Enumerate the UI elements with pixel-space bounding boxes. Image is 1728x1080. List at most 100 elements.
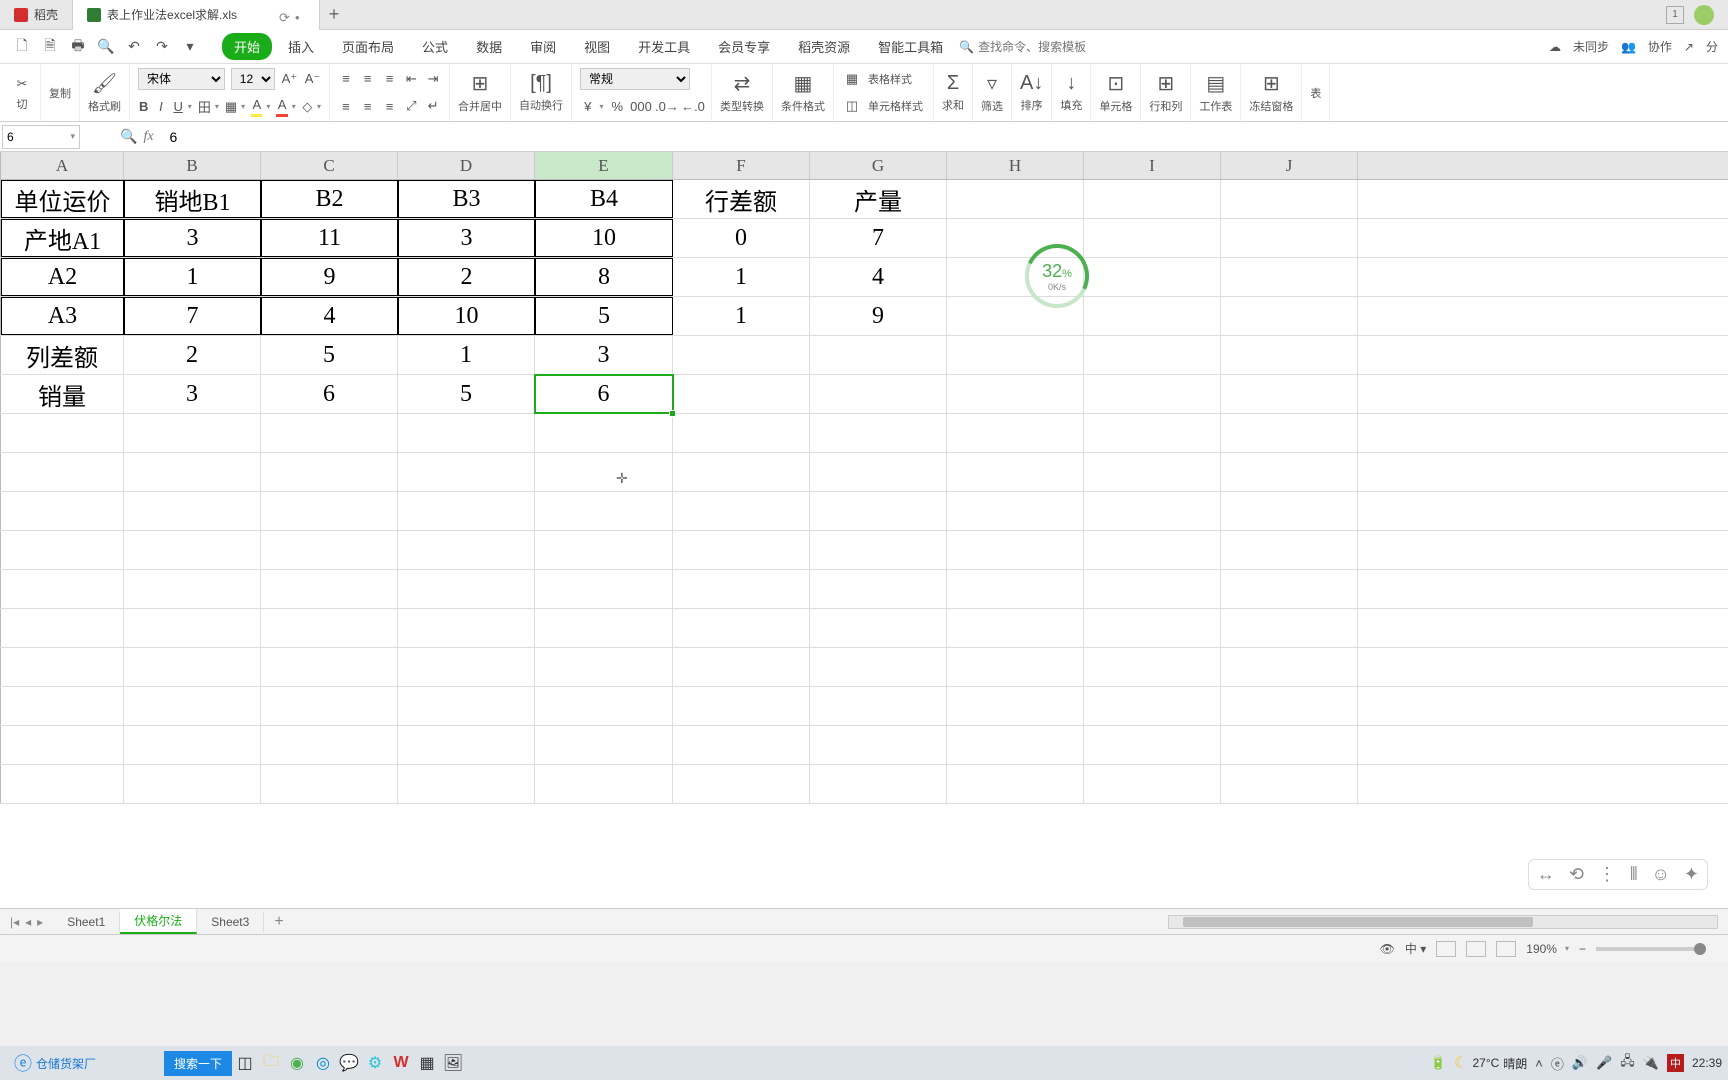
cell-D10[interactable] [398, 531, 535, 569]
undo-icon[interactable]: ↶ [122, 35, 146, 59]
zoom-slider[interactable] [1596, 947, 1706, 951]
col-header-J[interactable]: J [1221, 152, 1358, 179]
app8-icon[interactable]: 🖼 [440, 1050, 466, 1076]
cell-B4[interactable]: 7 [124, 297, 261, 335]
col-header-B[interactable]: B [124, 152, 261, 179]
cell-J13[interactable] [1221, 648, 1358, 686]
cell-E12[interactable] [535, 609, 673, 647]
cell-C2[interactable]: 11 [261, 219, 398, 257]
cell-A13[interactable] [1, 648, 124, 686]
menu-resources[interactable]: 稻壳资源 [786, 33, 862, 60]
align-right-icon[interactable]: ≡ [382, 96, 398, 116]
cell-B8[interactable] [124, 453, 261, 491]
saveas-icon[interactable]: 🗎 [38, 35, 62, 59]
app7-icon[interactable]: ▦ [414, 1050, 440, 1076]
cell-I13[interactable] [1084, 648, 1221, 686]
power-icon[interactable]: 🔌 [1643, 1055, 1659, 1071]
cell-I14[interactable] [1084, 687, 1221, 725]
shrink-font-icon[interactable]: A⁻ [304, 69, 321, 89]
col-header-C[interactable]: C [261, 152, 398, 179]
sync-status[interactable]: 未同步 [1573, 38, 1609, 55]
cell-E15[interactable] [535, 726, 673, 764]
cell-C9[interactable] [261, 492, 398, 530]
cell-J10[interactable] [1221, 531, 1358, 569]
cell-C16[interactable] [261, 765, 398, 803]
cell-B15[interactable] [124, 726, 261, 764]
menu-review[interactable]: 审阅 [518, 33, 568, 60]
cell-I4[interactable] [1084, 297, 1221, 335]
document-tab[interactable]: 表上作业法excel求解.xls ⟳ • [73, 0, 320, 30]
cell-I9[interactable] [1084, 492, 1221, 530]
cell-F4[interactable]: 1 [673, 297, 810, 335]
cell-I2[interactable] [1084, 219, 1221, 257]
sheet-group[interactable]: ▤工作表 [1191, 64, 1241, 121]
sum-group[interactable]: Σ求和 [934, 64, 973, 121]
menu-start[interactable]: 开始 [222, 33, 272, 60]
float-tool-2-icon[interactable]: ⟲ [1569, 864, 1584, 885]
filter-group[interactable]: ▿筛选 [973, 64, 1012, 121]
cell-B3[interactable]: 1 [124, 258, 261, 296]
cell-D12[interactable] [398, 609, 535, 647]
formula-input[interactable] [164, 125, 1728, 149]
user-avatar[interactable] [1694, 5, 1714, 25]
cell-H11[interactable] [947, 570, 1084, 608]
cell-D6[interactable]: 5 [398, 375, 535, 413]
cell-I3[interactable] [1084, 258, 1221, 296]
cell-B12[interactable] [124, 609, 261, 647]
menu-layout[interactable]: 页面布局 [330, 33, 406, 60]
cell-G12[interactable] [810, 609, 947, 647]
chevron-down-icon[interactable]: ▾ [70, 131, 75, 142]
cell-F10[interactable] [673, 531, 810, 569]
col-header-D[interactable]: D [398, 152, 535, 179]
cell-J15[interactable] [1221, 726, 1358, 764]
chat-icon[interactable]: 💬 [336, 1050, 362, 1076]
cell-G6[interactable] [810, 375, 947, 413]
align-bot-icon[interactable]: ≡ [382, 69, 398, 89]
cell-E2[interactable]: 10 [535, 219, 673, 257]
border-icon[interactable]: 田 [198, 97, 211, 117]
new-tab-button[interactable]: + [320, 4, 348, 25]
merge-group[interactable]: ⊞ 合并居中 [450, 64, 511, 121]
condfmt-group[interactable]: ▦ 条件格式 [773, 64, 834, 121]
cell-D8[interactable] [398, 453, 535, 491]
cell-I5[interactable] [1084, 336, 1221, 374]
cell-H16[interactable] [947, 765, 1084, 803]
cell-C7[interactable] [261, 414, 398, 452]
cell-F7[interactable] [673, 414, 810, 452]
cell-E11[interactable] [535, 570, 673, 608]
cell-B9[interactable] [124, 492, 261, 530]
cell-E10[interactable] [535, 531, 673, 569]
rowcol-group[interactable]: ⊞行和列 [1141, 64, 1191, 121]
cell-F9[interactable] [673, 492, 810, 530]
cell-E8[interactable] [535, 453, 673, 491]
cell-J3[interactable] [1221, 258, 1358, 296]
cell-C3[interactable]: 9 [261, 258, 398, 296]
cell-J9[interactable] [1221, 492, 1358, 530]
currency-icon[interactable]: ¥ [580, 97, 595, 117]
collab-label[interactable]: 协作 [1648, 38, 1672, 55]
cell-B1[interactable]: 销地B1 [124, 180, 261, 218]
add-sheet-button[interactable]: + [264, 913, 293, 931]
volume-icon[interactable]: 🔊 [1572, 1055, 1588, 1071]
app-home-tab[interactable]: 稻壳 [0, 0, 73, 30]
cell-G8[interactable] [810, 453, 947, 491]
cell-J14[interactable] [1221, 687, 1358, 725]
cellstyle-label[interactable]: 单元格样式 [868, 98, 923, 114]
cell-A3[interactable]: A2 [1, 258, 124, 296]
window-restore-icon[interactable]: 1 [1666, 6, 1684, 24]
cell-A4[interactable]: A3 [1, 297, 124, 335]
menu-view[interactable]: 视图 [572, 33, 622, 60]
cell-A5[interactable]: 列差额 [1, 336, 124, 374]
chinese-icon[interactable]: 中 ▾ [1405, 940, 1426, 957]
cell-B6[interactable]: 3 [124, 375, 261, 413]
cell-C1[interactable]: B2 [261, 180, 398, 218]
cell-A16[interactable] [1, 765, 124, 803]
cell-F14[interactable] [673, 687, 810, 725]
cell-D16[interactable] [398, 765, 535, 803]
cell-B2[interactable]: 3 [124, 219, 261, 257]
preview-icon[interactable]: 🔍 [94, 35, 118, 59]
browser2-icon[interactable]: ◎ [310, 1050, 336, 1076]
cell-C10[interactable] [261, 531, 398, 569]
cell-A10[interactable] [1, 531, 124, 569]
align-left-icon[interactable]: ≡ [338, 96, 354, 116]
